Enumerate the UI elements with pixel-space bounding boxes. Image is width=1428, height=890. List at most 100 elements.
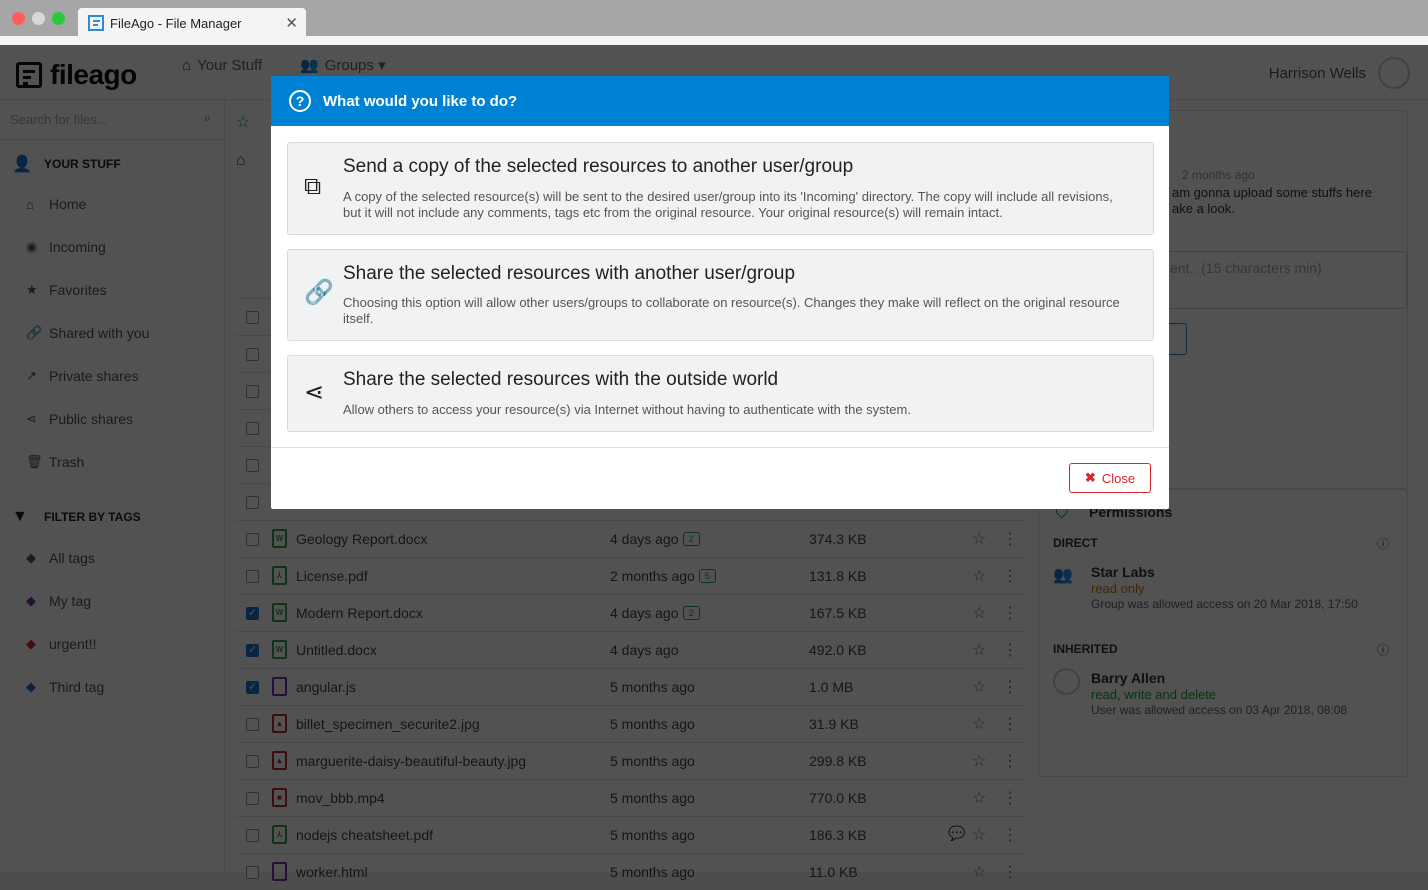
row-checkbox[interactable]	[246, 718, 259, 731]
table-row[interactable]: ⅄ nodejs cheatsheet.pdf 5 months ago 186…	[236, 816, 1026, 853]
more-options-icon[interactable]: ⋮	[1002, 714, 1018, 734]
sidebar-item-public-shares[interactable]: ⋖ Public shares	[26, 411, 133, 427]
row-checkbox[interactable]	[246, 459, 259, 472]
tag-urgent[interactable]: ◆ urgent!!	[26, 636, 96, 652]
maximize-window-button[interactable]	[52, 12, 65, 25]
permission-access: read only	[1091, 581, 1145, 596]
more-options-icon[interactable]: ⋮	[1002, 825, 1018, 845]
row-checkbox[interactable]	[246, 422, 259, 435]
row-checkbox[interactable]	[246, 570, 259, 583]
file-word-icon: W	[272, 529, 287, 548]
close-button[interactable]: ✖ Close	[1069, 463, 1151, 493]
file-name[interactable]: Geology Report.docx	[296, 531, 428, 547]
avatar[interactable]	[1378, 57, 1410, 89]
file-name[interactable]: marguerite-daisy-beautiful-beauty.jpg	[296, 753, 526, 769]
file-name[interactable]: worker.html	[296, 864, 368, 880]
sidebar-item-private-shares[interactable]: ↗ Private shares	[26, 368, 138, 384]
row-checkbox[interactable]	[246, 680, 259, 694]
file-name[interactable]: Untitled.docx	[296, 642, 377, 658]
star-icon[interactable]: ☆	[972, 825, 986, 845]
file-name[interactable]: angular.js	[296, 679, 356, 695]
row-checkbox[interactable]	[246, 829, 259, 842]
search-icon[interactable]: ⌕	[204, 110, 211, 126]
comments-icon[interactable]: 💬	[948, 825, 965, 842]
star-icon[interactable]: ☆	[972, 714, 986, 734]
date-text: 5 months ago	[610, 790, 695, 806]
option-send-copy[interactable]: ⧉ Send a copy of the selected resources …	[287, 142, 1154, 235]
tag-third-tag[interactable]: ◆ Third tag	[26, 679, 104, 695]
sidebar-item-favorites[interactable]: ★ Favorites	[26, 282, 107, 298]
section-label: FILTER BY TAGS	[44, 510, 141, 524]
table-row[interactable]: W Modern Report.docx 4 days ago2 167.5 K…	[236, 594, 1026, 631]
more-options-icon[interactable]: ⋮	[1002, 529, 1018, 549]
option-description: Allow others to access your resource(s) …	[343, 402, 911, 417]
select-all-checkbox[interactable]	[246, 311, 259, 324]
sidebar-item-home[interactable]: ⌂ Home	[26, 196, 86, 212]
table-row[interactable]: ▲ billet_specimen_securite2.jpg 5 months…	[236, 705, 1026, 742]
table-row[interactable]: W Untitled.docx 4 days ago 492.0 KB ☆ ⋮	[236, 631, 1026, 668]
more-options-icon[interactable]: ⋮	[1002, 788, 1018, 808]
version-badge[interactable]: 5	[698, 569, 716, 583]
sidebar-item-incoming[interactable]: ◉ Incoming	[26, 239, 106, 255]
file-image-icon: ▲	[272, 714, 287, 733]
nav-your-stuff[interactable]: ⌂ Your Stuff	[182, 57, 262, 74]
search-input[interactable]: Search for files... ⌕	[0, 100, 225, 140]
permission-name: Star Labs	[1091, 564, 1155, 580]
row-checkbox[interactable]	[246, 792, 259, 805]
sidebar-item-trash[interactable]: 🗑 Trash	[26, 454, 84, 470]
more-options-icon[interactable]: ⋮	[1002, 566, 1018, 586]
more-options-icon[interactable]: ⋮	[1002, 640, 1018, 660]
browser-tab[interactable]: FileAgo - File Manager ✕	[78, 8, 306, 38]
sidebar-item-shared-with-you[interactable]: 🔗 Shared with you	[26, 325, 149, 341]
tag-my-tag[interactable]: ◆ My tag	[26, 593, 91, 609]
close-window-button[interactable]	[12, 12, 25, 25]
nav-groups[interactable]: 👥 Groups ▾	[300, 57, 386, 74]
star-icon[interactable]: ☆	[972, 862, 986, 882]
minimize-window-button[interactable]	[32, 12, 45, 25]
favorite-star-icon[interactable]: ☆	[236, 112, 250, 132]
file-name[interactable]: mov_bbb.mp4	[296, 790, 385, 806]
more-options-icon[interactable]: ⋮	[1002, 751, 1018, 771]
row-checkbox[interactable]	[246, 533, 259, 546]
breadcrumb-home-icon[interactable]: ⌂	[236, 152, 246, 170]
option-share-user-group[interactable]: 🔗 Share the selected resources with anot…	[287, 249, 1154, 341]
row-checkbox[interactable]	[246, 643, 259, 657]
more-options-icon[interactable]: ⋮	[1002, 862, 1018, 882]
comment-input[interactable]: ent.. (15 characters min)	[1159, 251, 1407, 309]
help-icon[interactable]: ⓘ	[1377, 535, 1389, 552]
row-checkbox[interactable]	[246, 755, 259, 768]
file-name[interactable]: Modern Report.docx	[296, 605, 423, 621]
star-icon[interactable]: ☆	[972, 677, 986, 697]
version-badge[interactable]: 2	[682, 532, 700, 546]
row-checkbox[interactable]	[246, 348, 259, 361]
star-icon[interactable]: ☆	[972, 603, 986, 623]
file-name[interactable]: nodejs cheatsheet.pdf	[296, 827, 433, 843]
row-checkbox[interactable]	[246, 606, 259, 620]
table-row[interactable]: angular.js 5 months ago 1.0 MB ☆ ⋮	[236, 668, 1026, 705]
row-checkbox[interactable]	[246, 385, 259, 398]
star-icon[interactable]: ☆	[972, 529, 986, 549]
row-checkbox[interactable]	[246, 496, 259, 509]
option-title: Send a copy of the selected resources to…	[343, 156, 854, 177]
file-name[interactable]: License.pdf	[296, 568, 368, 584]
modal-title: What would you like to do?	[323, 92, 518, 110]
version-badge[interactable]: 2	[682, 606, 700, 620]
star-icon[interactable]: ☆	[972, 566, 986, 586]
table-row[interactable]: ▲ marguerite-daisy-beautiful-beauty.jpg …	[236, 742, 1026, 779]
help-icon[interactable]: ⓘ	[1377, 641, 1389, 658]
table-row[interactable]: ■ mov_bbb.mp4 5 months ago 770.0 KB ☆ ⋮	[236, 779, 1026, 816]
option-share-outside-world[interactable]: ⋖ Share the selected resources with the …	[287, 355, 1154, 432]
table-row[interactable]: ⅄ License.pdf 2 months ago 5 131.8 KB ☆ ⋮	[236, 557, 1026, 594]
logo[interactable]: fileago	[16, 59, 137, 91]
more-options-icon[interactable]: ⋮	[1002, 677, 1018, 697]
more-options-icon[interactable]: ⋮	[1002, 603, 1018, 623]
close-tab-icon[interactable]: ✕	[285, 14, 298, 32]
file-name[interactable]: billet_specimen_securite2.jpg	[296, 716, 480, 732]
row-checkbox[interactable]	[246, 866, 259, 879]
table-row[interactable]: W Geology Report.docx 4 days ago 2 374.3 …	[236, 520, 1026, 557]
star-icon[interactable]: ☆	[972, 751, 986, 771]
user-name[interactable]: Harrison Wells	[1269, 65, 1366, 82]
tag-all-tags[interactable]: ◆ All tags	[26, 550, 95, 566]
star-icon[interactable]: ☆	[972, 640, 986, 660]
star-icon[interactable]: ☆	[972, 788, 986, 808]
